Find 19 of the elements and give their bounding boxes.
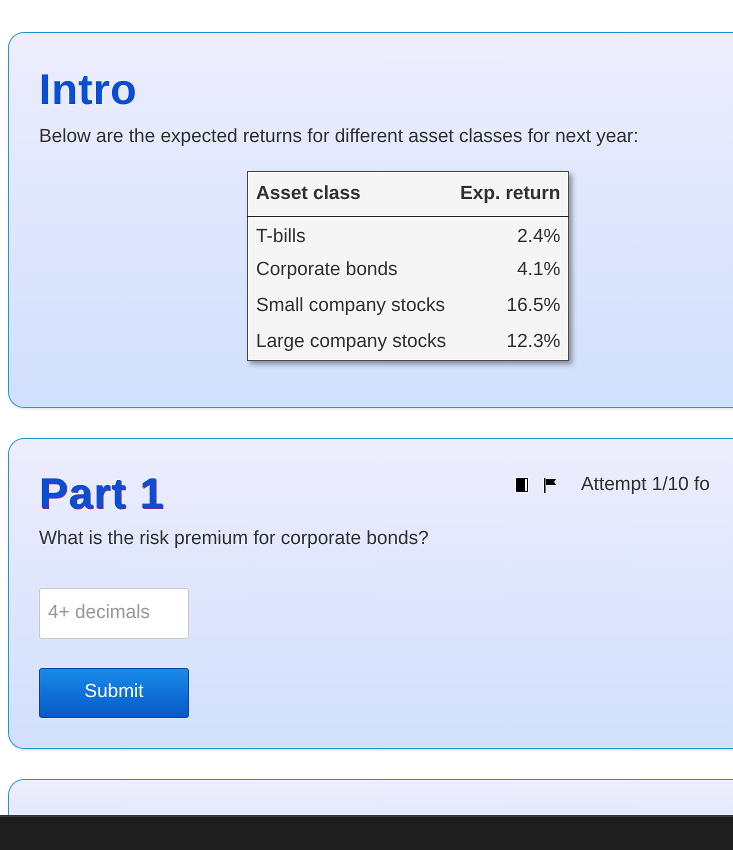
table-cell: 2.4% [446, 216, 569, 252]
table-cell: 12.3% [446, 324, 569, 360]
table-cell: Small company stocks [248, 288, 446, 324]
answer-field[interactable]: 4+ decimals [39, 588, 189, 638]
flag-icon[interactable] [543, 478, 557, 493]
section-title: Part 1 [39, 471, 165, 517]
table-cell: 16.5% [446, 288, 569, 324]
submit-button[interactable]: Submit [39, 668, 189, 718]
table-cell: T-bills [248, 216, 446, 252]
table-cell: 4.1% [446, 252, 569, 288]
attempt-counter: Attempt 1/10 fo [581, 473, 710, 497]
table-cell: Large company stocks [248, 324, 446, 360]
column-header: Exp. return [446, 171, 569, 216]
intro-text: Below are the expected returns for different asset classes for next year: [39, 125, 639, 149]
question-text: What is the risk premium for corporate bonds? [39, 527, 429, 551]
column-header: Asset class [248, 171, 446, 216]
section-title: Intro [39, 67, 138, 113]
book-icon[interactable] [515, 477, 529, 494]
table-cell: Corporate bonds [248, 252, 446, 288]
